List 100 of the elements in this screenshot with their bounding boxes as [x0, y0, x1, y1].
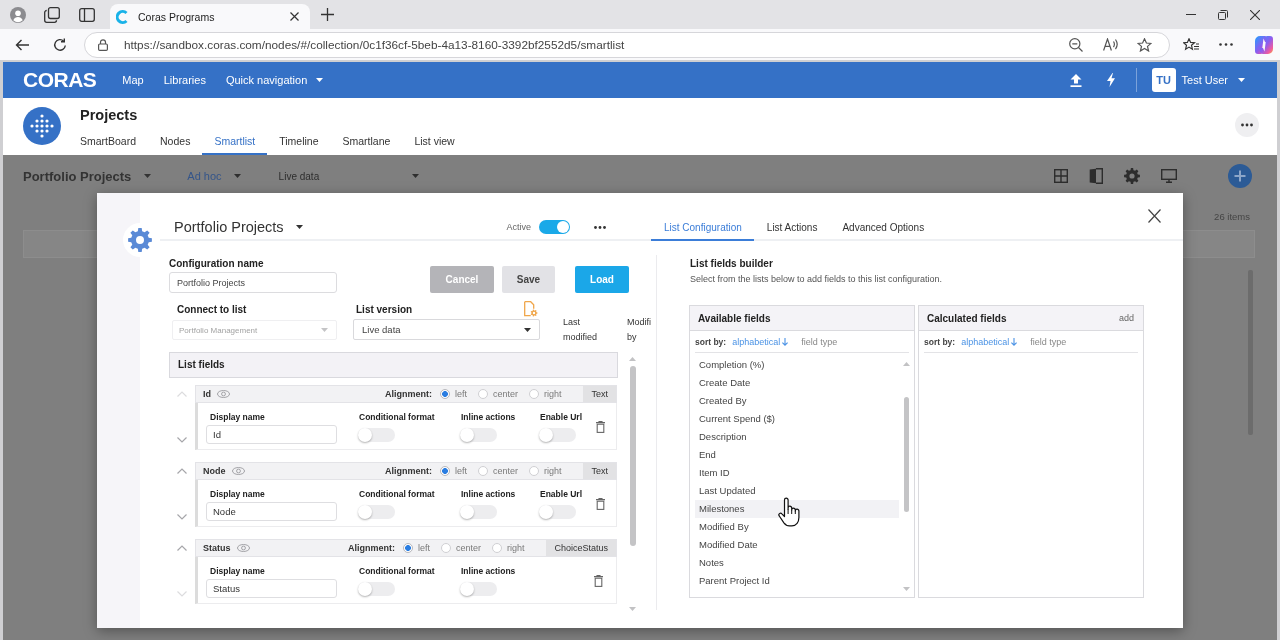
split-view-icon[interactable] [1089, 168, 1103, 184]
radio-button[interactable] [477, 466, 488, 476]
add-link[interactable]: add [1118, 313, 1134, 323]
user-name[interactable]: Test User [1181, 74, 1228, 86]
eye-icon[interactable] [236, 544, 250, 552]
address-bar[interactable]: https://sandbox.coras.com/nodes/#/collection/0c1f36cf-5beb-4a13-8160-3392bf2552d5/smartlist [84, 31, 1170, 58]
dialog-tab[interactable]: List Configuration [651, 221, 754, 241]
more-icon[interactable] [1219, 43, 1233, 46]
close-icon[interactable] [1250, 9, 1260, 20]
dialog-tab[interactable]: List Actions [753, 221, 830, 241]
field-list-item[interactable]: Modified By [695, 518, 899, 536]
eye-icon[interactable] [217, 390, 230, 398]
display-name-field[interactable]: Id [206, 425, 337, 444]
toggle-switch[interactable] [460, 428, 497, 442]
radio-button[interactable] [402, 543, 413, 553]
lightning-icon[interactable] [1106, 73, 1115, 87]
add-icon[interactable] [1228, 164, 1252, 188]
field-list-item[interactable]: Item ID [695, 464, 899, 482]
scroll-down-icon[interactable] [902, 587, 910, 591]
field-list-item[interactable]: Current Spend ($) [695, 410, 899, 428]
radio-button[interactable] [528, 466, 539, 476]
radio-label[interactable]: left [454, 466, 467, 476]
trash-icon[interactable] [596, 498, 605, 510]
radio-label[interactable]: center [492, 466, 518, 476]
collections-icon[interactable] [44, 6, 60, 23]
file-gear-icon[interactable] [524, 301, 538, 317]
close-icon[interactable] [290, 12, 299, 21]
field-list-item[interactable]: Last Updated [695, 482, 899, 500]
grid-icon[interactable] [1054, 169, 1068, 183]
monitor-icon[interactable] [1161, 169, 1177, 183]
toggle-switch[interactable] [358, 428, 395, 442]
more-icon[interactable] [594, 225, 606, 229]
field-list-item[interactable]: Description [695, 428, 899, 446]
brand-logo[interactable]: CORAS [23, 68, 97, 92]
radio-label[interactable]: center [492, 389, 518, 399]
field-list-item[interactable]: Notes [695, 554, 899, 572]
nav-link[interactable]: Libraries [163, 74, 206, 86]
radio-label[interactable]: right [543, 389, 562, 399]
close-icon[interactable] [1148, 209, 1161, 223]
title-dropdown[interactable]: Portfolio Projects [174, 218, 303, 236]
chevron-down-icon[interactable] [177, 437, 187, 443]
field-list-item[interactable]: End [695, 446, 899, 464]
field-list-item[interactable]: Milestones [695, 500, 899, 518]
nav-tab[interactable]: Nodes [148, 129, 203, 155]
scrollbar-thumb[interactable] [629, 366, 636, 546]
eye-icon[interactable] [231, 467, 245, 475]
sort-option[interactable]: field type [801, 336, 838, 347]
radio-label[interactable]: left [417, 543, 430, 553]
plus-icon[interactable] [321, 8, 334, 21]
restore-icon[interactable] [1218, 9, 1228, 20]
user-avatar[interactable]: TU [1151, 68, 1176, 92]
field-list-item[interactable]: Modified Date [695, 536, 899, 554]
radio-button[interactable] [491, 543, 502, 553]
app-icon[interactable] [1255, 35, 1273, 54]
back-arrow-icon[interactable] [15, 38, 29, 51]
nav-link[interactable]: Map [122, 74, 144, 86]
radio-button[interactable] [440, 543, 451, 553]
text-field[interactable]: Portfolio Projects [169, 272, 337, 293]
nav-link[interactable]: Quick navigation [225, 74, 324, 86]
field-list-item[interactable]: Completion (%) [695, 356, 899, 374]
nav-tab[interactable]: SmartBoard [68, 129, 149, 155]
lock-icon[interactable] [98, 38, 108, 51]
profile-icon[interactable] [10, 6, 26, 23]
scroll-down-icon[interactable] [629, 607, 636, 611]
nav-tab[interactable]: List view [402, 129, 467, 155]
scroll-up-icon[interactable] [629, 357, 636, 361]
refresh-icon[interactable] [53, 37, 67, 52]
nav-tab[interactable]: Timeline [267, 129, 331, 155]
radio-button[interactable] [439, 466, 450, 476]
radio-label[interactable]: left [454, 389, 467, 399]
toggle-switch[interactable] [358, 582, 395, 596]
toggle-switch[interactable] [460, 582, 497, 596]
toggle-switch[interactable] [539, 220, 570, 234]
display-name-field[interactable]: Node [206, 502, 337, 521]
action-button[interactable]: Save [502, 266, 555, 293]
nav-tab[interactable]: Smartlane [330, 129, 403, 155]
data-dropdown[interactable]: Live data [278, 170, 419, 182]
gear-icon[interactable] [1124, 168, 1140, 184]
chevron-up-icon[interactable] [177, 545, 187, 551]
toggle-switch[interactable] [358, 505, 395, 519]
read-aloud-icon[interactable] [1103, 38, 1118, 51]
radio-button[interactable] [528, 389, 539, 399]
toggle-switch[interactable] [460, 505, 497, 519]
display-name-field[interactable]: Status [206, 579, 337, 598]
field-list-item[interactable]: Created By [695, 392, 899, 410]
scrollbar-thumb[interactable] [903, 397, 909, 512]
sidebar-icon[interactable] [79, 7, 95, 22]
more-icon[interactable] [1235, 113, 1259, 137]
radio-label[interactable]: center [455, 543, 481, 553]
toggle-switch[interactable] [539, 505, 576, 519]
zoom-out-icon[interactable] [1069, 37, 1083, 52]
select-field[interactable]: Live data [353, 319, 540, 340]
radio-label[interactable]: right [506, 543, 525, 553]
toggle-switch[interactable] [539, 428, 576, 442]
field-list-item[interactable]: Parent Project Id [695, 572, 899, 590]
chevron-up-icon[interactable] [177, 468, 187, 474]
upload-icon[interactable] [1069, 73, 1082, 87]
url-text[interactable]: https://sandbox.coras.com/nodes/#/collection/0c1f36cf-5beb-4a13-8160-3392bf2552d5/smartlist [124, 37, 625, 52]
trash-icon[interactable] [594, 575, 603, 587]
radio-label[interactable]: right [543, 466, 562, 476]
